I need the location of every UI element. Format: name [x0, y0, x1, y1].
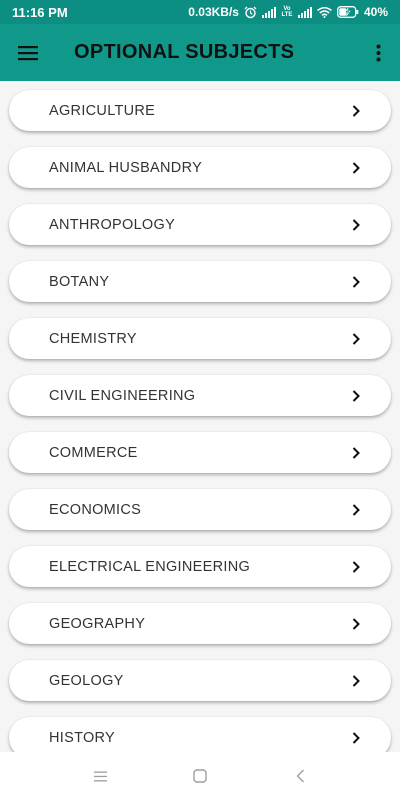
status-time: 11:16 PM	[12, 4, 68, 20]
subject-label: ANTHROPOLOGY	[49, 216, 176, 233]
chevron-right-icon	[349, 674, 363, 688]
chevron-right-icon	[349, 104, 363, 118]
subject-label: BOTANY	[49, 273, 110, 290]
subject-item-agriculture[interactable]: AGRICULTURE	[9, 90, 391, 131]
chevron-right-icon	[349, 617, 363, 631]
wifi-icon	[317, 6, 332, 18]
subject-label: GEOLOGY	[49, 672, 124, 689]
subject-item-chemistry[interactable]: CHEMISTRY	[9, 318, 391, 359]
battery-charging-icon	[337, 6, 359, 18]
subject-item-botany[interactable]: BOTANY	[9, 261, 391, 302]
chevron-right-icon	[349, 389, 363, 403]
subject-item-geology[interactable]: GEOLOGY	[9, 660, 391, 701]
subject-item-electrical-engineering[interactable]: ELECTRICAL ENGINEERING	[9, 546, 391, 587]
subject-label: ECONOMICS	[49, 501, 142, 518]
chevron-right-icon	[349, 446, 363, 460]
subject-list[interactable]: AGRICULTURE ANIMAL HUSBANDRY ANTHROPOLOG…	[0, 81, 400, 752]
chevron-right-icon	[349, 332, 363, 346]
subject-item-economics[interactable]: ECONOMICS	[9, 489, 391, 530]
subject-item-commerce[interactable]: COMMERCE	[9, 432, 391, 473]
subject-item-animal-husbandry[interactable]: ANIMAL HUSBANDRY	[9, 147, 391, 188]
subject-label: COMMERCE	[49, 444, 138, 461]
recents-icon[interactable]	[84, 760, 116, 792]
chevron-right-icon	[349, 218, 363, 232]
network-speed: 0.03KB/s	[188, 5, 239, 19]
chevron-right-icon	[349, 161, 363, 175]
subject-label: ELECTRICAL ENGINEERING	[49, 558, 251, 575]
alarm-icon	[244, 6, 257, 19]
chevron-right-icon	[349, 560, 363, 574]
status-icons: 0.03KB/s Vo LTE 40%	[188, 5, 388, 19]
hamburger-menu-icon[interactable]	[0, 24, 56, 81]
subject-label: GEOGRAPHY	[49, 615, 146, 632]
subject-label: HISTORY	[49, 729, 116, 746]
subject-label: ANIMAL HUSBANDRY	[49, 159, 203, 176]
back-icon[interactable]	[284, 760, 316, 792]
page-title: OPTIONAL SUBJECTS	[74, 41, 295, 63]
chevron-right-icon	[349, 275, 363, 289]
subject-item-history[interactable]: HISTORY	[9, 717, 391, 752]
subject-item-geography[interactable]: GEOGRAPHY	[9, 603, 391, 644]
system-nav-bar	[0, 752, 400, 800]
home-icon[interactable]	[184, 760, 216, 792]
subject-label: CIVIL ENGINEERING	[49, 387, 196, 404]
status-bar: 11:16 PM 0.03KB/s Vo LTE 40%	[0, 0, 400, 24]
app-bar: OPTIONAL SUBJECTS	[0, 24, 400, 81]
subject-label: CHEMISTRY	[49, 330, 137, 347]
subject-item-civil-engineering[interactable]: CIVIL ENGINEERING	[9, 375, 391, 416]
chevron-right-icon	[349, 503, 363, 517]
signal-icon-2	[297, 6, 312, 18]
subject-label: AGRICULTURE	[49, 102, 156, 119]
chevron-right-icon	[349, 731, 363, 745]
subject-item-anthropology[interactable]: ANTHROPOLOGY	[9, 204, 391, 245]
battery-percent: 40%	[363, 5, 388, 19]
signal-icon	[261, 6, 276, 18]
more-vertical-icon[interactable]	[356, 24, 400, 81]
volte-icon: Vo LTE	[281, 6, 293, 18]
